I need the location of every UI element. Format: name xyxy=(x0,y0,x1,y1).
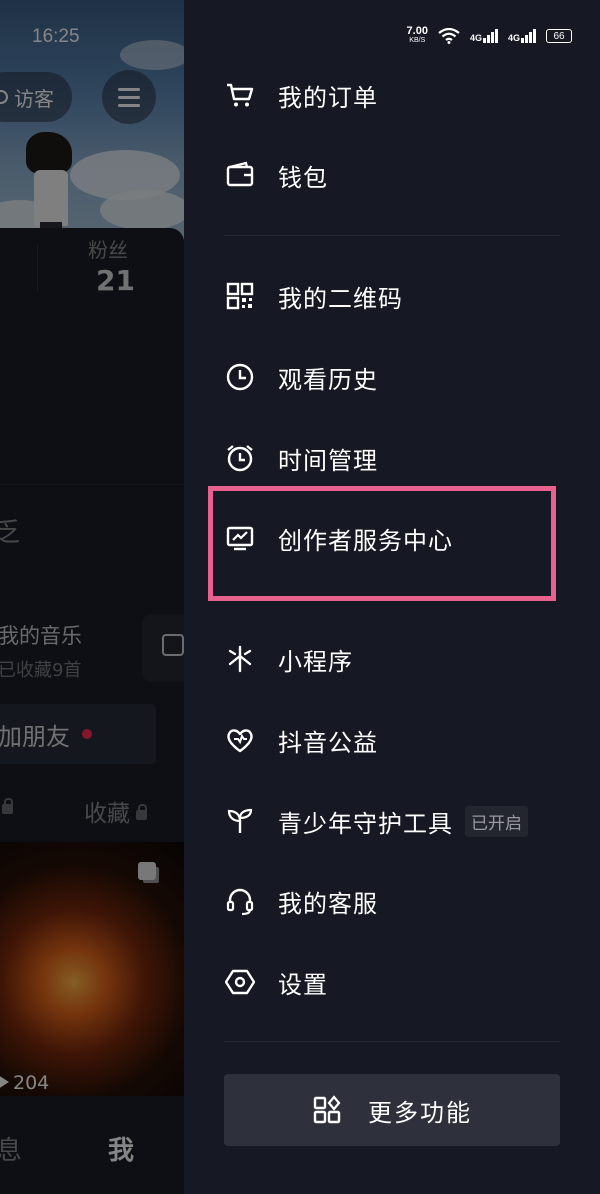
menu-divider xyxy=(224,235,560,236)
signal-icon: 4G xyxy=(508,29,536,43)
signal-icon: 4G xyxy=(470,29,498,43)
status-bar: 7.00 KB/S 4G 4G 66 xyxy=(407,26,572,46)
qrcode-icon xyxy=(224,280,256,312)
battery-icon: 66 xyxy=(546,29,572,43)
profile-page-background: 16:25 访客 粉丝 21 乏 我的音乐 已收藏9首 加朋友 收藏 204 息… xyxy=(0,0,184,1194)
menu-item-label: 我的客服 xyxy=(278,889,378,918)
more-features-label: 更多功能 xyxy=(368,1098,472,1127)
headset-icon xyxy=(224,885,256,917)
sprout-icon xyxy=(224,805,256,837)
menu-item-qrcode[interactable]: 我的二维码 xyxy=(224,268,403,324)
status-badge: 已开启 xyxy=(465,805,528,837)
alarm-icon xyxy=(224,442,256,474)
clock-icon xyxy=(224,361,256,393)
menu-item-label: 青少年守护工具 xyxy=(278,809,453,838)
menu-item-label: 我的订单 xyxy=(278,83,378,112)
menu-item-label: 小程序 xyxy=(278,647,353,676)
menu-item-time-management[interactable]: 时间管理 xyxy=(224,430,378,486)
menu-item-label: 观看历史 xyxy=(278,365,378,394)
menu-item-label: 钱包 xyxy=(278,163,328,192)
menu-item-history[interactable]: 观看历史 xyxy=(224,349,378,405)
menu-item-mini-programs[interactable]: 小程序 xyxy=(224,631,353,687)
cart-icon xyxy=(224,79,256,111)
menu-divider xyxy=(224,1041,560,1042)
menu-item-orders[interactable]: 我的订单 xyxy=(224,67,378,123)
highlight-box xyxy=(208,486,556,601)
drawer-overlay[interactable] xyxy=(0,0,184,1194)
menu-item-label: 设置 xyxy=(278,970,328,999)
menu-item-charity[interactable]: 抖音公益 xyxy=(224,712,378,768)
menu-item-youth-protection[interactable]: 青少年守护工具 已开启 xyxy=(224,793,528,849)
grid-icon xyxy=(313,1095,341,1124)
wifi-icon xyxy=(438,28,460,44)
net-speed: 7.00 KB/S xyxy=(406,25,428,45)
mini-program-icon xyxy=(224,643,256,675)
menu-item-label: 抖音公益 xyxy=(278,728,378,757)
menu-item-label: 时间管理 xyxy=(278,446,378,475)
menu-item-label: 我的二维码 xyxy=(278,284,403,313)
menu-item-settings[interactable]: 设置 xyxy=(224,954,328,1010)
menu-item-customer-service[interactable]: 我的客服 xyxy=(224,873,378,929)
more-features-button[interactable]: 更多功能 xyxy=(224,1074,560,1146)
menu-item-wallet[interactable]: 钱包 xyxy=(224,147,328,203)
wallet-icon xyxy=(224,159,256,191)
settings-icon xyxy=(224,966,256,998)
charity-heart-icon xyxy=(224,724,256,756)
